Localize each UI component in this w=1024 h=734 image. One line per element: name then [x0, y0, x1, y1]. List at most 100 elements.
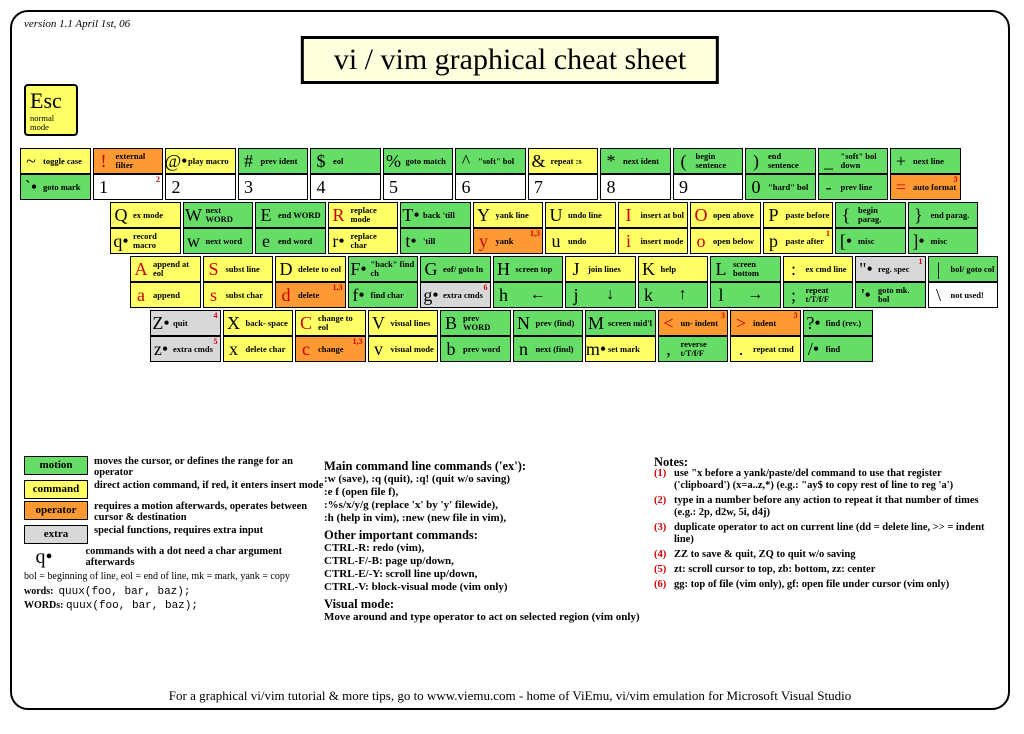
key-V: Vvisual lines [368, 310, 439, 336]
key-z•: z•extra cmds5 [150, 336, 221, 362]
key-E: Eend WORD [255, 202, 326, 228]
key-8: 8 [600, 174, 671, 200]
key-f•: f•find char [348, 282, 419, 308]
key-D: Ddelete to eol [275, 256, 346, 282]
visual-heading: Visual mode: [324, 598, 654, 611]
key-B: Bprev WORD [440, 310, 511, 336]
key-N: Nprev (find) [513, 310, 584, 336]
page-title: vi / vim graphical cheat sheet [301, 36, 719, 84]
other-heading: Other important commands: [324, 529, 654, 542]
key-\: \not used! [928, 282, 999, 308]
key-*: *next ident [600, 148, 671, 174]
key-?•: ?•find (rev.) [803, 310, 874, 336]
key-I: Iinsert at bol [618, 202, 689, 228]
key-[•: [•misc [835, 228, 906, 254]
key-C: Cchange to eol [295, 310, 366, 336]
key-Z•: Z•quit4 [150, 310, 221, 336]
cheat-sheet-page: version 1.1 April 1st, 06 vi / vim graph… [10, 10, 1010, 710]
key-T•: T•back 'till [400, 202, 471, 228]
key-.: .repeat cmd [730, 336, 801, 362]
key-q•: q•record macro [110, 228, 181, 254]
key-$: $eol [310, 148, 381, 174]
key-^: ^"soft" bol [455, 148, 526, 174]
commands-column: Main command line commands ('ex'): :w (s… [324, 456, 654, 624]
key-;: ;repeat t/T/f/F [783, 282, 854, 308]
key-i: iinsert mode [618, 228, 689, 254]
key-A: Aappend at eol [130, 256, 201, 282]
key-j: j↓ [565, 282, 636, 308]
key-J: Jjoin lines [565, 256, 636, 282]
key-,: ,reverse t/T/f/F [658, 336, 729, 362]
WORDS-example: WORDs: quux(foo, bar, baz); [24, 599, 324, 613]
notes-column: Notes: (1)use "x before a yank/paste/del… [654, 456, 996, 624]
key-p: ppaste after1 [763, 228, 834, 254]
key-d: ddelete1,3 [275, 282, 346, 308]
key-`•: `•goto mark [20, 174, 91, 200]
key-:: :ex cmd line [783, 256, 854, 282]
key-9: 9 [673, 174, 744, 200]
key-w: wnext word [183, 228, 254, 254]
key-6: 6 [455, 174, 526, 200]
key-c: cchange1,3 [295, 336, 366, 362]
key-K: Khelp [638, 256, 709, 282]
key-h: h← [493, 282, 564, 308]
key-b: bprev word [440, 336, 511, 362]
key-Q: Qex mode [110, 202, 181, 228]
key-}: }end parag. [908, 202, 979, 228]
key--: -prev line [818, 174, 889, 200]
key-a: aappend [130, 282, 201, 308]
key-~: ~toggle case [20, 148, 91, 174]
key-O: Oopen above [690, 202, 761, 228]
qdot-legend: q• commands with a dot need a char argum… [24, 546, 324, 568]
key-<: <un- indent3 [658, 310, 729, 336]
key-@•: @•play macro [165, 148, 236, 174]
key-=: =auto format3 [890, 174, 961, 200]
key-4: 4 [310, 174, 381, 200]
key-M: Mscreen mid'l [585, 310, 656, 336]
legend-swatch: motion [24, 456, 88, 475]
key-"•: "•reg. spec1 [855, 256, 926, 282]
esc-key: Esc normal mode [24, 84, 78, 136]
key-s: ssubst char [203, 282, 274, 308]
key-x: xdelete char [223, 336, 294, 362]
key-!: !external filter [93, 148, 164, 174]
key-/•: /•find [803, 336, 874, 362]
key-X: Xback- space [223, 310, 294, 336]
key-t•: t•'till [400, 228, 471, 254]
key-y: yyank1,3 [473, 228, 544, 254]
keyboard-grid: ~toggle case`•goto mark!external filter1… [20, 148, 1000, 364]
bottom-section: motionmoves the cursor, or defines the r… [24, 456, 996, 624]
key-u: uundo [545, 228, 616, 254]
esc-key-label: normal mode [30, 114, 72, 132]
key-Y: Yyank line [473, 202, 544, 228]
key-r•: r•replace char [328, 228, 399, 254]
key-(: (begin sentence [673, 148, 744, 174]
key-1: 12 [93, 174, 164, 200]
key-S: Ssubst line [203, 256, 274, 282]
legend-column: motionmoves the cursor, or defines the r… [24, 456, 324, 624]
key-U: Uundo line [545, 202, 616, 228]
key-L: Lscreen bottom [710, 256, 781, 282]
footer-text: For a graphical vi/vim tutorial & more t… [12, 688, 1008, 704]
key-g•: g•extra cmds6 [420, 282, 491, 308]
version-text: version 1.1 April 1st, 06 [24, 18, 130, 30]
legend-swatch: extra [24, 525, 88, 544]
key-v: vvisual mode [368, 336, 439, 362]
abbrev-text: bol = beginning of line, eol = end of li… [24, 570, 324, 583]
words-example: words: quux(foo, bar, baz); [24, 585, 324, 599]
key-l: l→ [710, 282, 781, 308]
esc-key-char: Esc [30, 88, 62, 113]
key-|: |bol/ goto col [928, 256, 999, 282]
key-G: Geof/ goto ln [420, 256, 491, 282]
key-%: %goto match [383, 148, 454, 174]
key-2: 2 [165, 174, 236, 200]
legend-swatch: command [24, 480, 88, 499]
key-e: eend word [255, 228, 326, 254]
key-3: 3 [238, 174, 309, 200]
key-7: 7 [528, 174, 599, 200]
key-&: &repeat :s [528, 148, 599, 174]
key-P: Ppaste before [763, 202, 834, 228]
legend-swatch: operator [24, 501, 88, 520]
key->: >indent3 [730, 310, 801, 336]
key-F•: F•"back" find ch [348, 256, 419, 282]
